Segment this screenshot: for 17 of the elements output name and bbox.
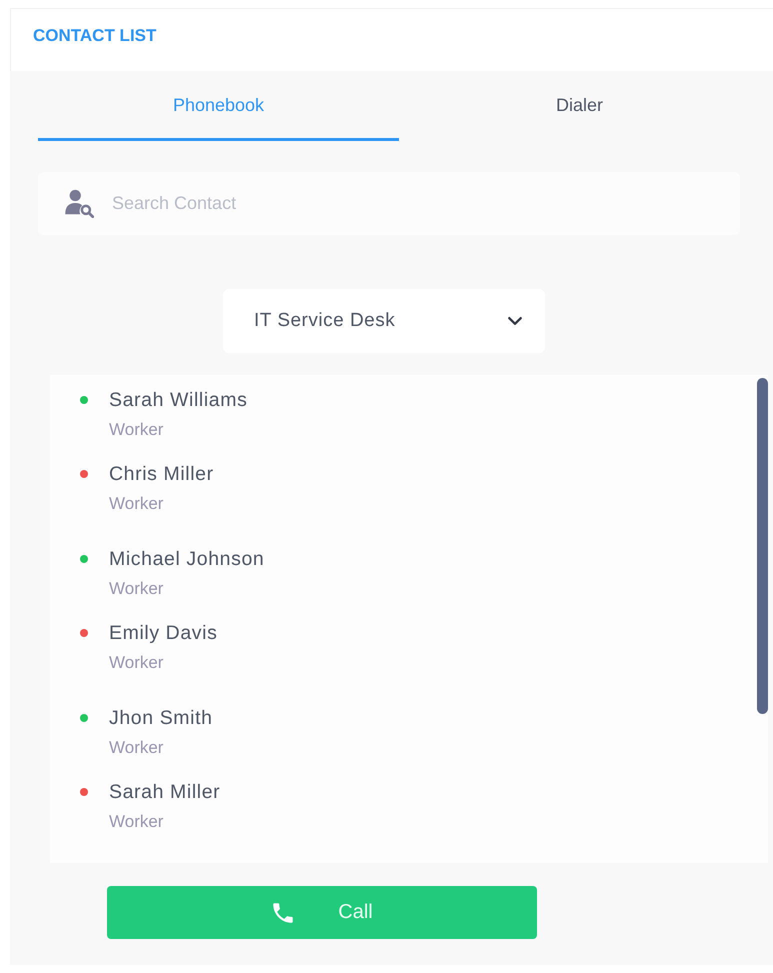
contact-name[interactable]: Chris Miller xyxy=(109,463,214,486)
contact-role: Worker xyxy=(109,420,164,440)
search-field[interactable]: Search Contact xyxy=(38,172,740,235)
contact-role: Worker xyxy=(109,494,164,514)
contact-name[interactable]: Emily Davis xyxy=(109,622,218,645)
contact-role: Worker xyxy=(109,738,164,758)
contact-role: Worker xyxy=(109,812,164,832)
contact-role: Worker xyxy=(109,653,164,673)
contact-name[interactable]: Sarah Williams xyxy=(109,389,248,412)
tab[interactable]: Dialer xyxy=(399,71,760,141)
contact-name[interactable]: Jhon Smith xyxy=(109,707,213,730)
contact-role: Worker xyxy=(109,579,164,599)
department-dropdown[interactable]: IT Service Desk xyxy=(223,289,545,353)
contact-name[interactable]: Michael Johnson xyxy=(109,548,264,571)
contact-name[interactable]: Sarah Miller xyxy=(109,781,220,804)
scrollbar-thumb[interactable] xyxy=(757,378,768,714)
app-title: CONTACT LIST xyxy=(33,26,156,46)
